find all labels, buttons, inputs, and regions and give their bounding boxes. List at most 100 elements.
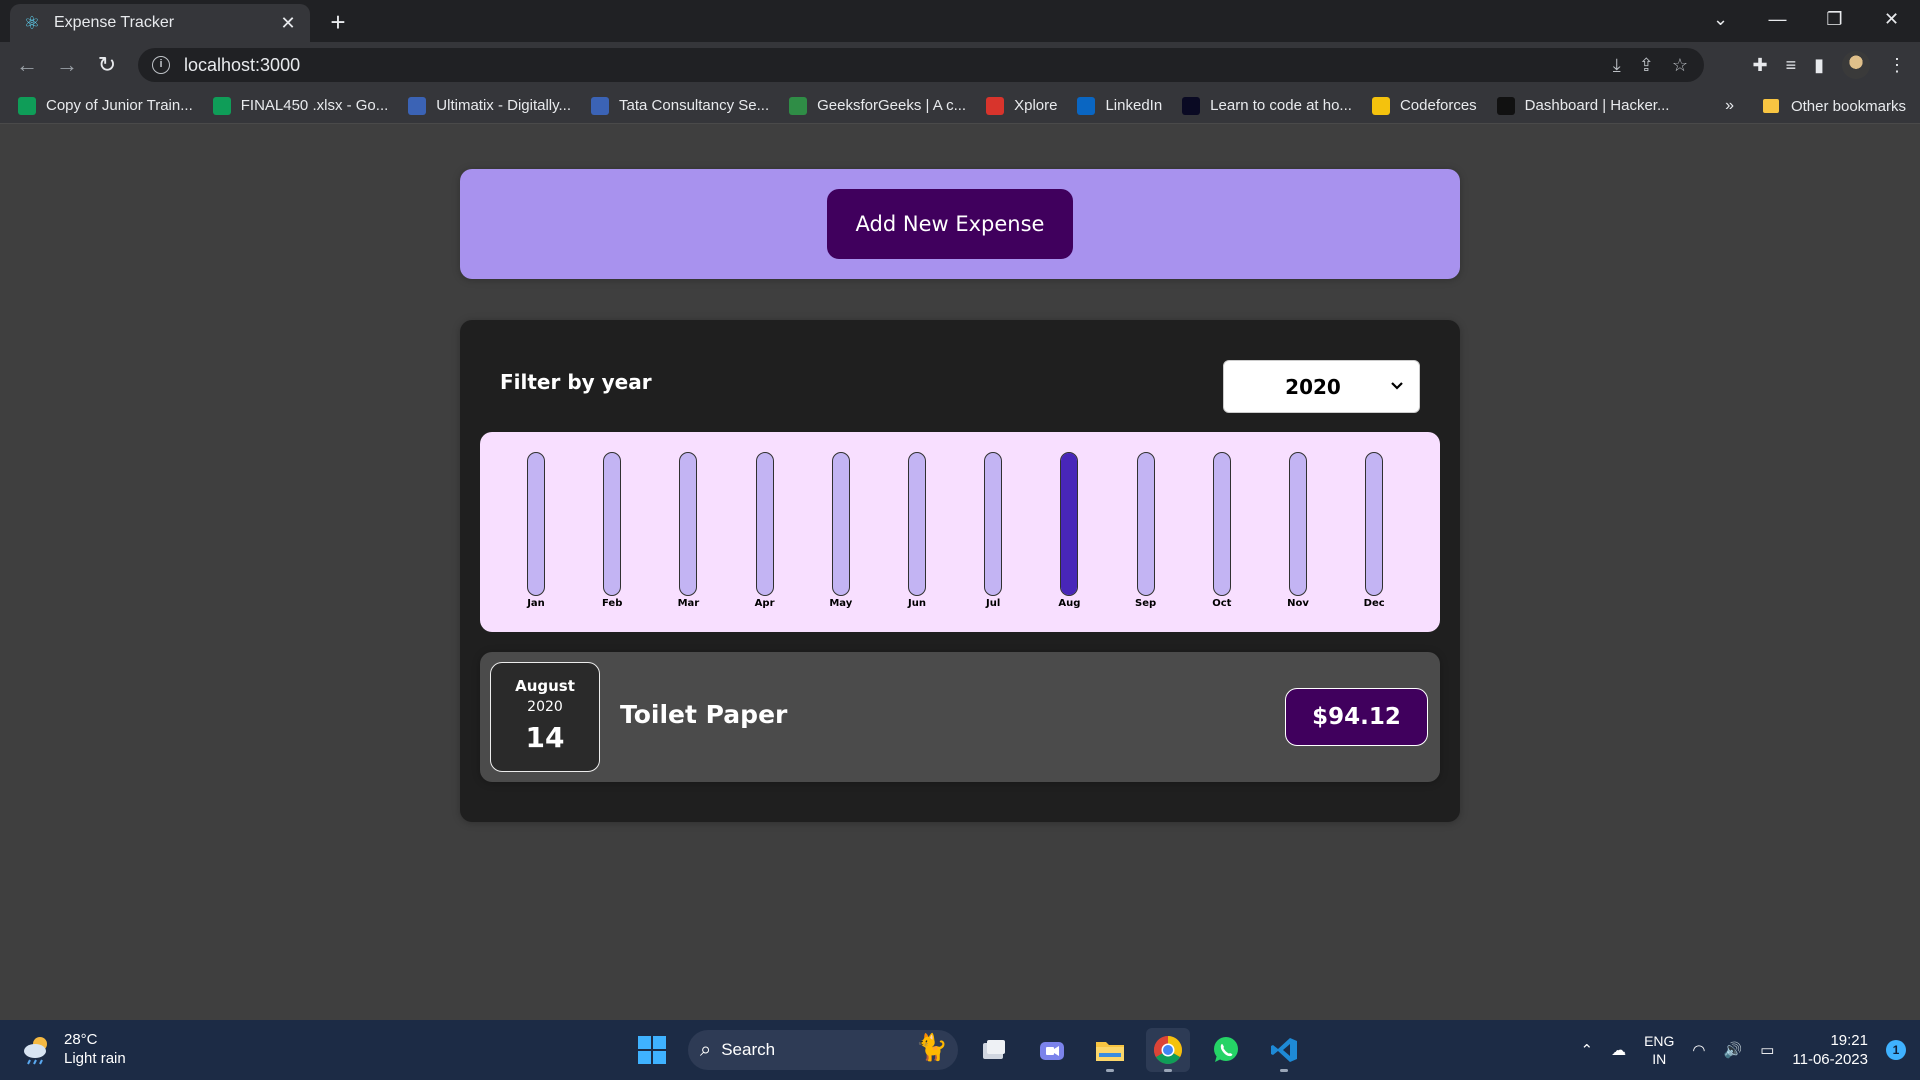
add-new-expense-button[interactable]: Add New Expense: [827, 189, 1073, 259]
bookmark-item[interactable]: Codeforces: [1371, 96, 1477, 115]
volume-icon[interactable]: 🔊: [1724, 1041, 1743, 1059]
close-window-icon[interactable]: ✕: [1863, 9, 1920, 30]
chart-bar-track: [755, 452, 774, 596]
browser-tab-strip: ⚛ Expense Tracker ✕ + ⌄ — ❐ ✕: [0, 0, 1920, 42]
notification-badge[interactable]: 1: [1886, 1040, 1906, 1060]
search-highlight-icon: 🐈: [915, 1032, 948, 1062]
install-icon[interactable]: ⤓: [1613, 55, 1621, 76]
side-panel-icon[interactable]: ▮: [1814, 55, 1824, 76]
address-bar[interactable]: i localhost:3000 ⤓ ⇪ ☆: [138, 48, 1704, 82]
chart-bar-track: [1289, 452, 1307, 596]
chevron-down-icon: [1391, 382, 1403, 390]
chart-bar-label: Apr: [754, 598, 775, 609]
task-view-button[interactable]: [972, 1028, 1016, 1072]
forward-icon[interactable]: →: [52, 50, 82, 80]
clock-time: 19:21: [1830, 1032, 1868, 1049]
video-chat-icon: [1040, 1042, 1064, 1060]
vscode-button[interactable]: [1262, 1028, 1306, 1072]
react-icon: ⚛: [23, 13, 41, 33]
bookmarks-overflow-icon[interactable]: »: [1725, 88, 1734, 124]
share-icon[interactable]: ⇪: [1639, 55, 1654, 76]
sheets-icon: [18, 96, 36, 115]
chart-bar: Jun: [897, 452, 937, 628]
bookmark-label: Copy of Junior Train...: [46, 97, 193, 114]
tata-icon: [591, 96, 610, 115]
extensions-icon[interactable]: ✚: [1752, 55, 1767, 76]
onedrive-icon[interactable]: ☁: [1611, 1041, 1626, 1059]
language-region: IN: [1652, 1051, 1667, 1067]
start-button[interactable]: [630, 1028, 674, 1072]
other-bookmarks-label: Other bookmarks: [1790, 97, 1906, 115]
folder-icon: [1762, 99, 1779, 113]
site-info-icon[interactable]: i: [152, 56, 170, 74]
bookmark-label: FINAL450 .xlsx - Go...: [240, 97, 389, 114]
chevron-up-icon[interactable]: ⌃: [1580, 1041, 1593, 1059]
chart-bar: Oct: [1202, 452, 1242, 628]
expense-date: August 2020 14: [490, 662, 600, 772]
profile-avatar[interactable]: [1842, 51, 1870, 79]
teams-button[interactable]: [1030, 1028, 1074, 1072]
other-bookmarks[interactable]: Other bookmarks: [1762, 88, 1906, 124]
chart-bar-track: [1060, 452, 1079, 596]
tata-icon: [408, 96, 427, 115]
file-explorer-button[interactable]: [1088, 1028, 1132, 1072]
browser-toolbar: ← → ↻ i localhost:3000 ⤓ ⇪ ☆ ✚ ≡ ▮ ⋮: [0, 42, 1920, 88]
minimize-icon[interactable]: —: [1749, 9, 1806, 30]
language-indicator[interactable]: ENG IN: [1644, 1032, 1674, 1068]
tab-search-icon[interactable]: ⌄: [1692, 9, 1749, 30]
battery-icon[interactable]: ▭: [1760, 1041, 1774, 1059]
year-select[interactable]: 2020: [1223, 360, 1420, 413]
weather-widget[interactable]: 28°C Light rain: [20, 1030, 126, 1068]
chart-bar-track: [1212, 452, 1231, 596]
chart-bar-fill: [1061, 453, 1078, 595]
close-icon[interactable]: ✕: [278, 13, 298, 34]
reload-icon[interactable]: ↻: [92, 50, 122, 80]
restore-icon[interactable]: ❐: [1806, 9, 1863, 30]
chart-bar: May: [821, 452, 861, 628]
expense-title: Toilet Paper: [620, 700, 788, 729]
chart-bar-track: [1365, 452, 1384, 596]
browser-tab[interactable]: ⚛ Expense Tracker ✕: [10, 4, 310, 42]
bookmark-star-icon[interactable]: ☆: [1672, 55, 1688, 76]
bookmark-item[interactable]: Learn to code at ho...: [1182, 96, 1352, 115]
bookmark-item[interactable]: Copy of Junior Train...: [18, 96, 193, 115]
search-icon: ⌕: [700, 1038, 712, 1061]
chart-bar-track: [831, 452, 850, 596]
chart-bar-label: Feb: [602, 598, 623, 609]
codeforces-icon: [1371, 96, 1390, 115]
media-icon[interactable]: ≡: [1786, 55, 1797, 76]
chart-bar-label: Mar: [677, 598, 700, 609]
chart-bar-label: Oct: [1212, 598, 1232, 609]
gfg-icon: [789, 96, 808, 115]
clock[interactable]: 19:21 11-06-2023: [1792, 1031, 1868, 1069]
bookmark-item[interactable]: Ultimatix - Digitally...: [408, 96, 571, 115]
new-tab-button[interactable]: +: [322, 6, 354, 38]
bookmark-label: Codeforces: [1399, 97, 1477, 114]
taskbar-search[interactable]: ⌕ Search 🐈: [688, 1030, 958, 1070]
weather-condition: Light rain: [64, 1050, 126, 1067]
bookmark-label: Learn to code at ho...: [1210, 97, 1352, 114]
page-content: Add New Expense Filter by year 2020 Jan F…: [0, 125, 1920, 1020]
bookmark-item[interactable]: Tata Consultancy Se...: [591, 96, 769, 115]
chart-bar-label: Aug: [1058, 598, 1081, 609]
chart-bar-track: [603, 452, 622, 596]
bookmark-item[interactable]: GeeksforGeeks | A c...: [789, 96, 967, 115]
bookmark-item[interactable]: LinkedIn: [1077, 96, 1162, 115]
bookmark-item[interactable]: FINAL450 .xlsx - Go...: [212, 96, 389, 115]
chrome-button[interactable]: [1146, 1028, 1190, 1072]
whatsapp-button[interactable]: [1204, 1028, 1248, 1072]
system-tray: ⌃ ☁ ENG IN ◠ 🔊 ▭ 19:21 11-06-2023 1: [1580, 1020, 1906, 1080]
tab-title: Expense Tracker: [54, 14, 175, 31]
bookmark-item[interactable]: Xplore: [986, 96, 1057, 115]
xplore-icon: [986, 96, 1005, 115]
back-icon[interactable]: ←: [12, 50, 42, 80]
chart-bar-track: [679, 452, 698, 596]
bookmark-item[interactable]: Dashboard | Hacker...: [1496, 96, 1669, 115]
menu-icon[interactable]: ⋮: [1888, 55, 1906, 76]
bookmark-label: GeeksforGeeks | A c...: [817, 97, 967, 114]
chart-bar: Sep: [1126, 452, 1166, 628]
wifi-icon[interactable]: ◠: [1692, 1041, 1705, 1059]
language-code: ENG: [1644, 1033, 1675, 1049]
bookmarks-bar: Copy of Junior Train... FINAL450 .xlsx - …: [0, 88, 1920, 124]
chart-bar: Apr: [745, 452, 785, 628]
